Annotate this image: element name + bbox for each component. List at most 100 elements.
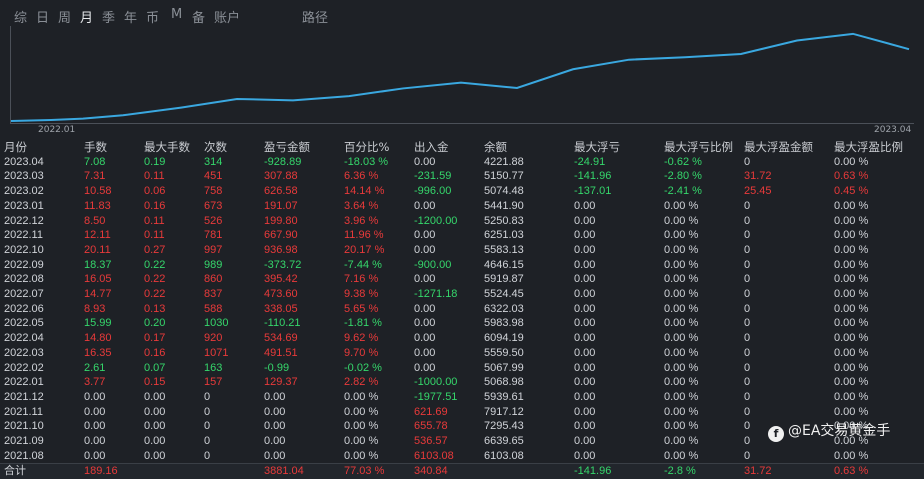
table-cell: 0: [744, 434, 750, 448]
table-cell: 9.62 %: [344, 331, 378, 345]
table-row[interactable]: 2022.1112.110.11781667.9011.96 %0.006251…: [0, 228, 924, 243]
balance-line-chart: [11, 26, 914, 123]
tab-1[interactable]: 日: [36, 7, 49, 26]
table-cell: 5.65 %: [344, 302, 378, 316]
tab-3[interactable]: 月: [80, 7, 93, 26]
table-row[interactable]: 2022.013.770.15157129.372.82 %-1000.0050…: [0, 375, 924, 390]
tab-9[interactable]: 账户: [214, 7, 240, 26]
table-cell: 1030: [204, 316, 228, 330]
tab-7[interactable]: M: [171, 7, 182, 22]
table-row[interactable]: 2021.110.000.0000.000.00 %621.697917.120…: [0, 405, 924, 420]
table-cell: 2022.05: [4, 316, 44, 330]
table-cell: 0.00 %: [664, 434, 698, 448]
table-cell: 758: [204, 184, 222, 198]
table-cell: 199.80: [264, 214, 298, 228]
table-row[interactable]: 2022.068.930.13588338.055.65 %0.006322.0…: [0, 302, 924, 317]
table-cell: 14.77: [84, 287, 112, 301]
table-row[interactable]: 2023.0111.830.16673191.073.64 %0.005441.…: [0, 199, 924, 214]
table-row[interactable]: 2023.0210.580.06758626.5814.14 %-996.005…: [0, 184, 924, 199]
table-cell: 15.99: [84, 316, 112, 330]
table-cell: 0.00: [574, 390, 595, 404]
table-row[interactable]: 2022.0714.770.22837473.609.38 %-1271.185…: [0, 287, 924, 302]
tab-10[interactable]: 路径: [302, 7, 328, 26]
table-cell: 25.45: [744, 184, 772, 198]
table-cell: 20.17 %: [344, 243, 384, 257]
table-cell: 0.00 %: [834, 287, 868, 301]
table-cell: 0.00 %: [664, 243, 698, 257]
table-cell: -2.41 %: [664, 184, 702, 198]
table-cell: 0.00: [144, 449, 165, 463]
table-cell: 0.63 %: [834, 464, 868, 478]
table-cell: 0.00 %: [344, 419, 378, 433]
table-cell: 2022.11: [4, 228, 43, 242]
table-row[interactable]: 2021.080.000.0000.000.00 %6103.086103.08…: [0, 449, 924, 464]
tab-5[interactable]: 年: [124, 7, 137, 26]
tab-8[interactable]: 备: [192, 7, 205, 26]
table-cell: 0.00: [414, 243, 435, 257]
table-row[interactable]: 2022.128.500.11526199.803.96 %-1200.0052…: [0, 214, 924, 229]
table-cell: 0.00 %: [664, 361, 698, 375]
table-cell: 2022.07: [4, 287, 44, 301]
table-cell: 0.16: [144, 346, 165, 360]
table-cell: 0: [744, 155, 750, 169]
table-row[interactable]: 2022.0515.990.201030-110.21-1.81 %0.0059…: [0, 316, 924, 331]
table-cell: -0.99: [264, 361, 289, 375]
table-cell: 0.00 %: [664, 316, 698, 330]
table-cell: 18.37: [84, 258, 112, 272]
table-cell: -0.62 %: [664, 155, 702, 169]
table-row[interactable]: 2022.022.610.07163-0.99-0.02 %0.005067.9…: [0, 361, 924, 376]
table-cell: 0.00: [574, 287, 595, 301]
table-cell: 5983.98: [484, 316, 524, 330]
table-cell: 157: [204, 375, 222, 389]
tab-4[interactable]: 季: [102, 7, 115, 26]
table-cell: -1.81 %: [344, 316, 382, 330]
table-cell: 20.11: [84, 243, 111, 257]
weibo-icon: f: [768, 426, 784, 442]
table-cell: 473.60: [264, 287, 298, 301]
table-cell: -1200.00: [414, 214, 457, 228]
table-row[interactable]: 2023.047.080.19314-928.89-18.03 %0.00422…: [0, 155, 924, 170]
table-cell: 8.50: [84, 214, 105, 228]
table-cell: 0: [204, 405, 210, 419]
tab-6[interactable]: 币: [146, 7, 159, 26]
table-row[interactable]: 2022.0816.050.22860395.427.16 %0.005919.…: [0, 272, 924, 287]
table-cell: -1977.51: [414, 390, 457, 404]
table-cell: 0.00: [574, 405, 595, 419]
table-cell: 0.00: [264, 419, 285, 433]
table-cell: 667.90: [264, 228, 298, 242]
table-row[interactable]: 2021.120.000.0000.000.00 %-1977.515939.6…: [0, 390, 924, 405]
table-cell: 7.16 %: [344, 272, 378, 286]
table-cell: 189.16: [84, 464, 118, 478]
table-cell: 0.07: [144, 361, 165, 375]
table-cell: 7917.12: [484, 405, 524, 419]
table-cell: 14.80: [84, 331, 112, 345]
table-cell: 10.58: [84, 184, 112, 198]
table-cell: 2021.08: [4, 449, 44, 463]
table-cell: 最大浮亏比例: [664, 140, 733, 154]
table-cell: 0.00 %: [834, 228, 868, 242]
table-cell: 盈亏金额: [264, 140, 310, 154]
table-cell: 6251.03: [484, 228, 524, 242]
table-cell: 0.15: [144, 375, 165, 389]
table-cell: 0: [744, 331, 750, 345]
table-cell: 781: [204, 228, 222, 242]
table-cell: 0.00: [574, 449, 595, 463]
table-row[interactable]: 2023.037.310.11451307.886.36 %-231.59515…: [0, 169, 924, 184]
table-cell: 0.00: [414, 331, 435, 345]
table-cell: 0.00 %: [834, 155, 868, 169]
table-row[interactable]: 2022.0918.370.22989-373.72-7.44 %-900.00…: [0, 258, 924, 273]
table-cell: 0.00 %: [834, 361, 868, 375]
table-cell: 0.00: [414, 272, 435, 286]
table-cell: 163: [204, 361, 222, 375]
tab-2[interactable]: 周: [58, 7, 71, 26]
table-row[interactable]: 2022.0414.800.17920534.699.62 %0.006094.…: [0, 331, 924, 346]
table-cell: 0.17: [144, 331, 165, 345]
table-cell: 0: [204, 434, 210, 448]
table-cell: 0.00 %: [834, 243, 868, 257]
table-cell: -24.91: [574, 155, 605, 169]
tab-0[interactable]: 综: [14, 7, 27, 26]
table-cell: 月份: [4, 140, 27, 154]
table-row[interactable]: 2022.0316.350.161071491.519.70 %0.005559…: [0, 346, 924, 361]
table-row[interactable]: 2022.1020.110.27997936.9820.17 %0.005583…: [0, 243, 924, 258]
table-cell: -996.00: [414, 184, 451, 198]
